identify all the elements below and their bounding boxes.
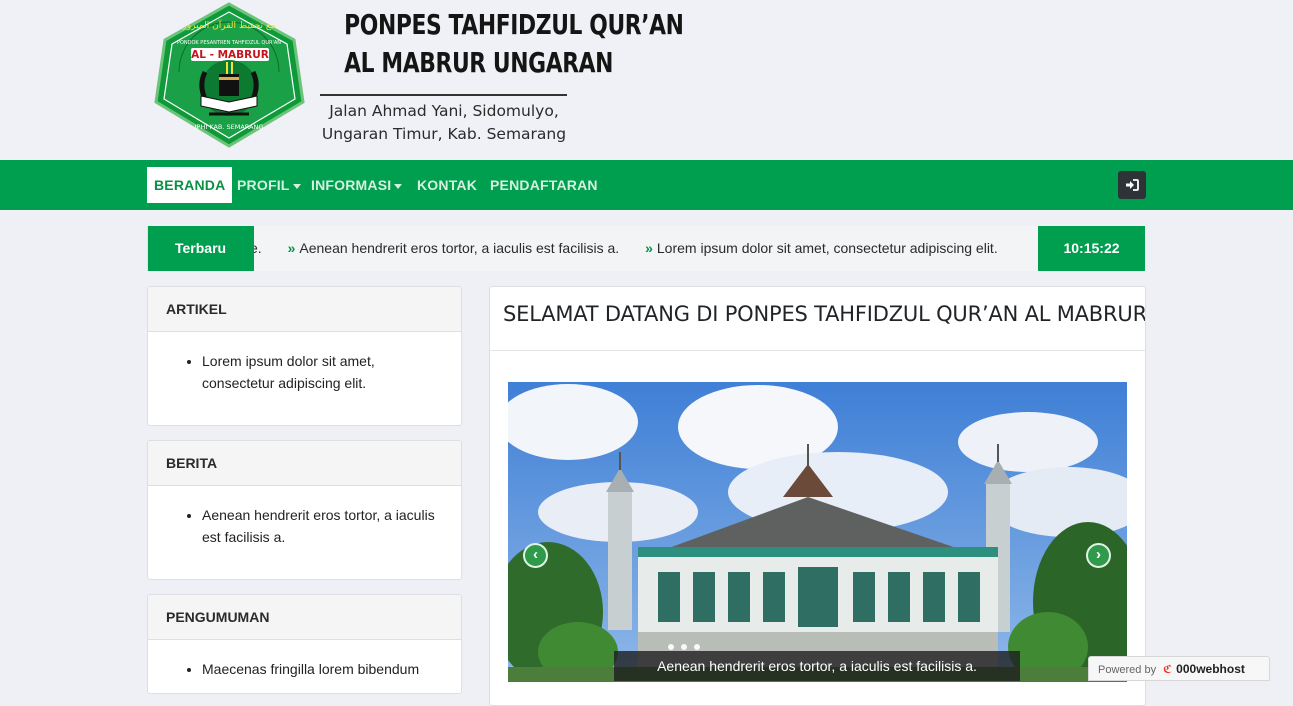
ticker-clock: 10:15:22 — [1038, 226, 1145, 271]
site-address: Jalan Ahmad Yani, Sidomulyo, Ungaran Tim… — [318, 100, 570, 146]
panel-berita-title: BERITA — [148, 441, 461, 486]
carousel-dot[interactable] — [668, 644, 674, 650]
list-item[interactable]: Lorem ipsum dolor sit amet, consectetur … — [202, 350, 441, 394]
main-navbar: BERANDA PROFIL INFORMASI KONTAK PENDAFTA… — [0, 160, 1293, 210]
double-chevron-right-icon: » — [645, 240, 653, 256]
panel-berita-list: Aenean hendrerit eros tortor, a iaculis … — [148, 486, 461, 548]
ticker-item[interactable]: Lorem ipsum dolor sit amet, consectetur … — [657, 240, 998, 256]
nav-pendaftaran[interactable]: PENDAFTARAN — [490, 167, 598, 203]
ticker-lead[interactable]: e. — [254, 240, 262, 256]
powered-by-label: Powered by — [1098, 664, 1157, 676]
svg-text:مع تحفيظ القرآن المبرور: مع تحفيظ القرآن المبرور — [181, 19, 275, 31]
panel-artikel: ARTIKEL Lorem ipsum dolor sit amet, cons… — [147, 286, 462, 426]
carousel-dot[interactable] — [681, 644, 687, 650]
nav-profil-label: PROFIL — [237, 177, 290, 193]
carousel-prev-button[interactable]: ‹ — [523, 543, 548, 568]
hosting-badge[interactable]: Powered by ℭ 000webhost — [1088, 656, 1270, 681]
nav-profil[interactable]: PROFIL — [237, 167, 301, 203]
ticker-item[interactable]: Aenean hendrerit eros tortor, a iaculis … — [299, 240, 619, 256]
sign-in-icon — [1126, 179, 1139, 191]
school-logo[interactable]: مع تحفيظ القرآن المبرور PONDOK PESANTREN… — [153, 2, 306, 148]
carousel-caption: Aenean hendrerit eros tortor, a iaculis … — [614, 651, 1020, 681]
svg-text:AL - MABRUR: AL - MABRUR — [191, 49, 269, 61]
address-line2: Ungaran Timur, Kab. Semarang — [321, 125, 567, 143]
ticker-label: Terbaru — [148, 226, 254, 271]
panel-artikel-title: ARTIKEL — [148, 287, 461, 332]
caret-down-icon — [394, 183, 403, 189]
panel-pengumuman-list: Maecenas fringilla lorem bibendum — [148, 640, 461, 680]
chevron-left-icon: ‹ — [533, 546, 538, 563]
caret-down-icon — [292, 183, 301, 189]
chevron-right-icon: › — [1096, 546, 1101, 563]
mosque-photo — [508, 382, 1127, 682]
title-divider — [320, 94, 567, 96]
list-item[interactable]: Maecenas fringilla lorem bibendum — [202, 658, 441, 680]
host-logo-icon: ℭ — [1163, 664, 1173, 676]
nav-kontak[interactable]: KONTAK — [417, 167, 477, 203]
nav-informasi[interactable]: INFORMASI — [311, 167, 403, 203]
page-title: SELAMAT DATANG DI PONPES TAHFIDZUL QUR’A… — [490, 287, 1145, 351]
panel-artikel-list: Lorem ipsum dolor sit amet, consectetur … — [148, 332, 461, 394]
site-title-line2: AL MABRUR UNGARAN — [344, 46, 614, 79]
panel-pengumuman: PENGUMUMAN Maecenas fringilla lorem bibe… — [147, 594, 462, 694]
list-item[interactable]: Aenean hendrerit eros tortor, a iaculis … — [202, 504, 441, 548]
ticker-items: e. »Aenean hendrerit eros tortor, a iacu… — [254, 226, 1020, 271]
ticker-track: e. »Aenean hendrerit eros tortor, a iacu… — [254, 226, 1038, 271]
nav-informasi-label: INFORMASI — [311, 177, 392, 193]
carousel-next-button[interactable]: › — [1086, 543, 1111, 568]
image-carousel[interactable] — [508, 382, 1127, 682]
double-chevron-right-icon: » — [287, 240, 296, 256]
site-title: PONPES TAHFIDZUL QUR’AN AL MABRUR UNGARA… — [316, 8, 684, 80]
host-brand: 000webhost — [1176, 662, 1245, 676]
nav-beranda[interactable]: BERANDA — [147, 167, 233, 203]
site-title-line1: PONPES TAHFIDZUL QUR’AN — [344, 8, 684, 41]
panel-pengumuman-title: PENGUMUMAN — [148, 595, 461, 640]
login-button[interactable] — [1118, 171, 1146, 199]
carousel-dot[interactable] — [694, 644, 700, 650]
svg-text:IPHI KAB. SEMARANG: IPHI KAB. SEMARANG — [195, 123, 264, 131]
address-line1: Jalan Ahmad Yani, Sidomulyo, — [329, 102, 559, 120]
panel-berita: BERITA Aenean hendrerit eros tortor, a i… — [147, 440, 462, 580]
svg-text:PONDOK PESANTREN TAHFIDZUL QUR: PONDOK PESANTREN TAHFIDZUL QUR'AN — [177, 40, 281, 46]
